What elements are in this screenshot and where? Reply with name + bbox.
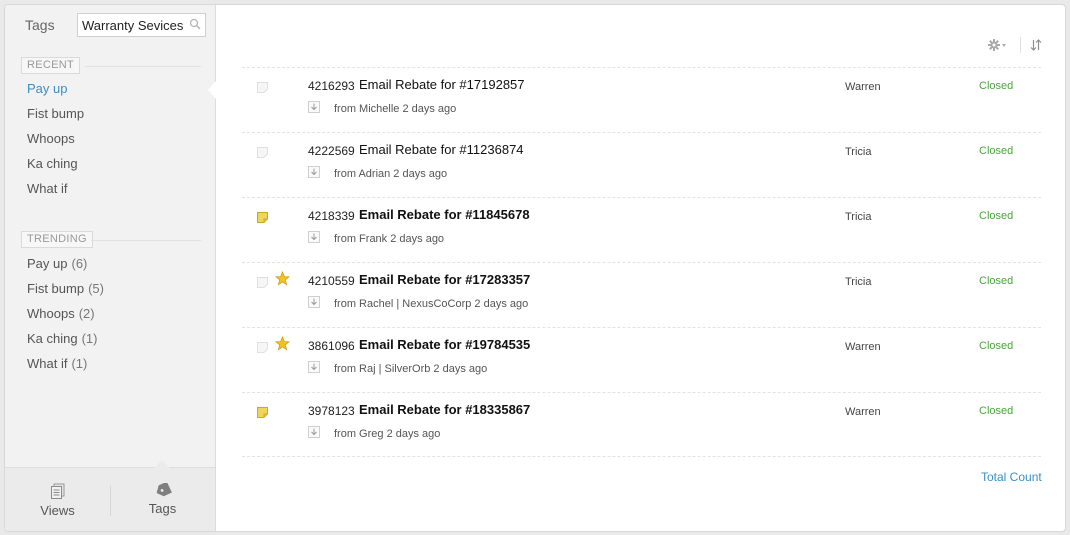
tags-tab-label: Tags [148,501,177,516]
expand-icon[interactable] [308,361,320,373]
tags-sidebar: Tags RECENT Pay up Fist bump Whoops Ka c… [5,5,216,531]
trending-tag-fist-bump[interactable]: Fist bump (5) [27,280,104,298]
trending-tag-label: Fist bump [27,281,85,296]
ticket-subject[interactable]: Email Rebate for #17192857 [359,77,525,92]
ticket-requester: from Frank 2 days ago [334,233,445,245]
trending-tag-count: (2) [78,306,95,321]
recent-tag-pay-up[interactable]: Pay up [27,80,67,98]
recent-tag-whoops[interactable]: Whoops [27,130,75,148]
row-select-icon[interactable] [257,147,268,158]
trending-tag-label: Ka ching [27,331,78,346]
ticket-subject[interactable]: Email Rebate for #11236874 [359,142,524,157]
ticket-row[interactable]: 3978123 Email Rebate for #18335867 from Gr… [242,392,1041,457]
ticket-id: 4222569 [308,144,355,158]
ticket-subject[interactable]: Email Rebate for #17283357 [359,272,530,287]
ticket-assignee: Tricia [845,211,872,223]
views-icon [51,483,65,499]
sidebar-title: Tags [25,17,55,33]
sidebar-footer-tabs: Views Tags [5,460,215,531]
ticket-id: 3861096 [308,339,355,353]
trending-section-divider [91,240,201,241]
status-badge: Closed [979,275,1014,287]
sort-icon[interactable] [1030,39,1042,51]
recent-section-divider [85,66,201,67]
expand-icon[interactable] [308,166,320,178]
trending-tag-count: (1) [81,331,98,346]
trending-tag-count: (1) [71,356,88,371]
status-badge: Closed [979,145,1014,157]
ticket-assignee: Warren [845,406,881,418]
ticket-assignee: Warren [845,81,881,93]
recent-tag-ka-ching[interactable]: Ka ching [27,155,78,173]
trending-tag-count: (5) [88,281,104,296]
views-tab-label: Views [40,503,75,518]
ticket-row[interactable]: 3861096 Email Rebate for #19784535 from Ra… [242,327,1041,392]
settings-gear-icon[interactable] [988,39,1008,53]
row-select-icon[interactable] [257,342,268,353]
active-item-pointer [208,81,216,99]
expand-icon[interactable] [308,231,320,243]
ticket-requester: from Michelle 2 days ago [334,103,457,115]
status-badge: Closed [979,340,1014,352]
ticket-id: 4216293 [308,79,355,93]
views-tab[interactable]: Views [5,468,110,531]
status-badge: Closed [979,80,1014,92]
ticket-assignee: Warren [845,341,881,353]
search-icon[interactable] [189,18,201,30]
sidebar-header: Tags [5,5,215,49]
total-count-link[interactable]: Total Count [981,470,1042,484]
ticket-requester: from Raj | SilverOrb 2 days ago [334,363,488,375]
app-window: Tags RECENT Pay up Fist bump Whoops Ka c… [4,4,1066,532]
note-flag-icon[interactable] [257,212,268,223]
ticket-requester: from Rachel | NexusCoCorp 2 days ago [334,298,529,310]
trending-tag-pay-up[interactable]: Pay up (6) [27,255,87,273]
status-badge: Closed [979,405,1014,417]
ticket-id: 3978123 [308,404,355,418]
trending-tag-label: What if [27,356,68,371]
ticket-list: 4216293 Email Rebate for #17192857 from Mi… [242,67,1041,457]
row-select-icon[interactable] [257,277,268,288]
row-select-icon[interactable] [257,82,268,93]
trending-section-label: TRENDING [21,231,93,248]
ticket-subject[interactable]: Email Rebate for #11845678 [359,207,530,222]
ticket-assignee: Tricia [845,146,872,158]
active-tab-pointer [154,460,170,468]
trending-tag-whoops[interactable]: Whoops (2) [27,305,95,323]
recent-section-label: RECENT [21,57,81,74]
ticket-subject[interactable]: Email Rebate for #19784535 [359,337,530,352]
tag-search-box[interactable] [77,13,206,37]
status-badge: Closed [979,210,1014,222]
expand-icon[interactable] [308,426,320,438]
ticket-subject[interactable]: Email Rebate for #18335867 [359,402,530,417]
ticket-row[interactable]: 4210559 Email Rebate for #17283357 from Ra… [242,262,1041,327]
recent-tag-fist-bump[interactable]: Fist bump [27,105,84,123]
expand-icon[interactable] [308,296,320,308]
trending-tag-count: (6) [71,256,88,271]
ticket-panel: 4216293 Email Rebate for #17192857 from Mi… [216,5,1065,531]
star-icon[interactable] [275,336,290,351]
ticket-assignee: Tricia [845,276,872,288]
ticket-row[interactable]: 4216293 Email Rebate for #17192857 from Mi… [242,67,1041,132]
note-flag-icon[interactable] [257,407,268,418]
expand-icon[interactable] [308,101,320,113]
tag-icon [156,483,172,497]
ticket-requester: from Greg 2 days ago [334,428,441,440]
ticket-requester: from Adrian 2 days ago [334,168,448,180]
tags-tab[interactable]: Tags [110,468,215,531]
ticket-row[interactable]: 4218339 Email Rebate for #11845678 from Fr… [242,197,1041,262]
ticket-id: 4210559 [308,274,355,288]
tag-search-input[interactable] [78,14,186,36]
toolbar-divider [1020,37,1021,53]
ticket-id: 4218339 [308,209,355,223]
trending-tag-label: Pay up [27,256,68,271]
recent-tag-what-if[interactable]: What if [27,180,67,198]
ticket-row[interactable]: 4222569 Email Rebate for #11236874 from Ad… [242,132,1041,197]
trending-tag-label: Whoops [27,306,75,321]
star-icon[interactable] [275,271,290,286]
trending-tag-ka-ching[interactable]: Ka ching (1) [27,330,97,348]
trending-tag-what-if[interactable]: What if (1) [27,355,87,373]
